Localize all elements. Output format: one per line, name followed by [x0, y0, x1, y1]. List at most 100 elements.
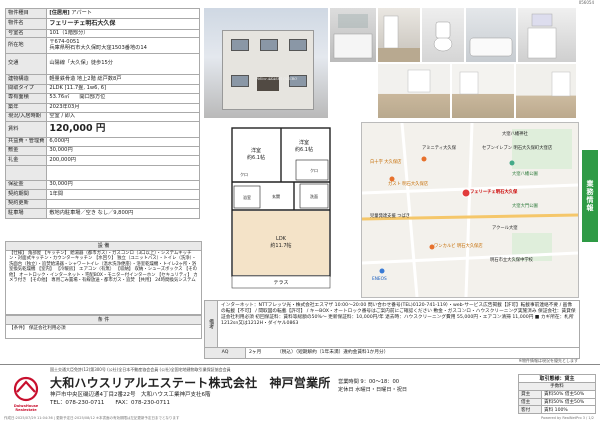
spec-value: 1年間 — [49, 190, 64, 197]
room-photo — [378, 8, 420, 62]
spec-key: 築年 — [4, 102, 48, 113]
spec-value: 30,000円 — [49, 181, 73, 188]
document-id: 056054 — [578, 0, 594, 5]
room-label-ldk: LDK — [276, 236, 287, 242]
property-type: アパート — [71, 9, 92, 16]
holidays-line: 定休日 水曜日・日曜日・祝日 — [338, 387, 408, 394]
spec-row: 契約期間 1年間 — [4, 189, 200, 200]
deal-party: 客付 — [518, 405, 542, 415]
toilet-photo — [422, 8, 464, 62]
spec-row: 物件名 フェリーチェ明石大久保 — [4, 18, 200, 30]
plan-label-entrance: 玄関 — [272, 193, 280, 199]
creation-stamp: 作成日:2025/07/29 11:04:36 | 更新予定日:2025/08/… — [4, 416, 180, 420]
plan-label-closet-2: クロ — [310, 167, 318, 173]
aq-value: 2ヶ月 — [249, 350, 262, 355]
washroom-photo — [518, 8, 576, 62]
map-label-property: フェリーチェ明石大久保 — [470, 190, 518, 195]
spec-value: 2LDK [11.7畳, 1w6, 6] — [49, 85, 107, 92]
spec-row: 現況/入居時期 空室 / 即入 — [4, 111, 200, 123]
spec-value: フェリーチェ明石大久保 — [49, 19, 116, 27]
spec-key: 保証金 — [4, 180, 48, 191]
spec-row: 交通 山陽線「大久保」徒歩15分 — [4, 52, 200, 76]
area-map[interactable]: 大窪八幡神社 セブンイレブン 明石大久保町大窪店 白十字 大久保店 ガスト 明石… — [361, 122, 579, 298]
spec-row: 築年 2023年03月 — [4, 102, 200, 113]
spec-key: 共益費・管理費 — [4, 136, 48, 148]
deal-header: 取引態様：貸主 — [518, 374, 596, 383]
remarks-text: インターネット：NTTフレッツ光・株式会社エスマザ 10:00〜20:00 問い… — [221, 303, 576, 326]
spec-value: 30,000円 — [49, 147, 73, 154]
spec-row: 礼金 200,000円 — [4, 155, 200, 166]
spec-key: 所在地 — [4, 37, 48, 54]
business-info-tab[interactable]: 業務情報 — [582, 150, 598, 242]
company-name: 大和ハウスリアルエステート株式会社 神戸営業所 — [50, 376, 331, 390]
map-label-junior-high: 明石市立大久保中学校 — [490, 258, 533, 263]
map-label-gusto: ガスト 明石大久保店 — [388, 182, 429, 187]
hours-line: 営業時間 9：00〜18：00 — [338, 379, 400, 385]
spec-key: 駐車場 — [4, 208, 48, 219]
property-pin — [461, 188, 471, 198]
flyer-page: 056054 物件種目 [住居用] アパート 物件名 フェリーチェ明石大久保 号室名… — [0, 0, 600, 423]
spec-row: 所在地 〒674-0051 兵庫県明石市大久保町大窪1503番地の14 — [4, 37, 200, 54]
deal-fee: 賃料50% 借主50% — [541, 389, 596, 399]
spec-value: 軽量鉄骨造 地上2階 総戸数8戸 — [49, 75, 122, 82]
logo-text: DaiwaHouse Realestate — [13, 404, 39, 412]
map-label-hakujuji: 白十字 大久保店 — [370, 160, 402, 165]
map-label-seven-eleven: セブンイレブン 明石大久保町大窪店 — [482, 146, 553, 151]
map-label-park: 大窪大門公園 — [512, 204, 538, 209]
remarks-box: 備考 インターネット：NTTフレッツ光・株式会社エスマザ 10:00〜20:00… — [204, 300, 580, 348]
deal-row: 貸主 賃料50% 借主50% — [518, 389, 596, 399]
spec-key: 現況/入居時期 — [4, 111, 48, 123]
spec-value: 空室 / 即入 — [49, 113, 76, 120]
business-hours: 営業時間 9：00〜18：00 定休日 水曜日・日曜日・祝日 — [338, 378, 407, 394]
spec-value: 6,000円 — [49, 137, 70, 144]
type-tag: [住居用] — [49, 9, 70, 16]
spec-value: 敷地内駐車場／空き なし／9,800円 — [49, 209, 134, 216]
spec-value: 〒674-0051 兵庫県明石市大久保町大窪1503番地の14 — [49, 38, 147, 51]
spec-value: 53.76㎡ — [49, 94, 70, 101]
spec-key: 礼金 — [4, 155, 48, 166]
plan-label-closet-1: クロ — [240, 171, 248, 177]
property-spec-table: 物件種目 [住居用] アパート 物件名 フェリーチェ明石大久保 号室名 101（1階部… — [4, 7, 200, 219]
spec-row: 敷金 30,000円 — [4, 145, 200, 157]
map-label-shrine: 大窪八幡神社 — [502, 132, 528, 137]
transaction-table: 取引態様：貸主 手数料 貸主 賃料50% 借主50% 借主 賃料50% 借主50% 客付… — [518, 374, 596, 415]
map-label-tsubaki: 児童発達支援 つばき — [370, 214, 411, 219]
floor-plan: 洋室 約6.1帖 洋室 約6.1帖 LDK 約11.7帖 テラス クロ クロ 洗… — [204, 122, 356, 296]
spec-key: 専有面積 — [4, 93, 48, 104]
spec-key: 間取タイプ — [4, 83, 48, 95]
deal-fee: 賃料 100% — [541, 405, 596, 415]
room-size-2: 約6.1帖 — [295, 146, 313, 153]
spec-row: 号室名 101（1階部分） — [4, 28, 200, 39]
map-label-eneos: ENEOS — [372, 277, 387, 282]
plan-label-wash: 洗面 — [310, 193, 318, 199]
spec-row: 建物構造 軽量鉄骨造 地上2階 総戸数8戸 — [4, 74, 200, 85]
deal-row: 借主 賃料50% 借主50% — [518, 397, 596, 407]
room-size-ldk: 約11.7帖 — [270, 242, 291, 249]
spec-row: 間取タイプ 2LDK [11.7畳, 1w6, 6] — [4, 83, 200, 95]
map-label-hachiman-park: 大窪八幡公園 — [512, 172, 538, 177]
bathroom-photo — [466, 8, 516, 62]
remarks-label: 備考 — [205, 301, 218, 347]
room-label-1: 洋室 — [251, 147, 261, 154]
plan-label-bath: 浴室 — [243, 194, 251, 200]
spec-key: 交通 — [4, 52, 48, 76]
company-phone: TEL：078-230-0711 FAX：078-230-0711 — [50, 400, 171, 406]
powered-by: Powered by RealNetPro 3 / 1/2 — [540, 416, 594, 420]
spec-key: 賃料 — [4, 121, 48, 138]
building-shape — [222, 30, 314, 110]
spec-row: 保証金 30,000円 — [4, 180, 200, 191]
map-label-acool: アクール大窪 — [492, 226, 518, 231]
spec-row: 賃料 120,000 円 — [4, 121, 200, 138]
building-plaque: Felice AKASHI OKUBO — [256, 77, 297, 81]
property-type-key: 物件種目 — [4, 7, 48, 20]
deal-party: 貸主 — [518, 389, 542, 399]
spec-value: 山陽線「大久保」徒歩15分 — [49, 60, 113, 67]
kitchen-photo — [330, 8, 376, 62]
spec-row: 駐車場 敷地内駐車場／空き なし／9,800円 — [4, 208, 200, 219]
spec-row: 契約更新 — [4, 198, 200, 210]
conditions-text: 【条件】 保証会社利用必須 — [5, 324, 202, 339]
association-info: 国土交通大臣免許(12)第300号 (公社)全日本不動産協会会員 (公社)全国宅… — [50, 367, 231, 372]
equipment-text: 【仕様】 角部屋 【キッチン】 給湯器（都市ガス）・ガスコンロ（3口以上）・シス… — [5, 250, 202, 315]
living-photo-3 — [516, 64, 576, 118]
deal-party: 借主 — [518, 397, 542, 407]
